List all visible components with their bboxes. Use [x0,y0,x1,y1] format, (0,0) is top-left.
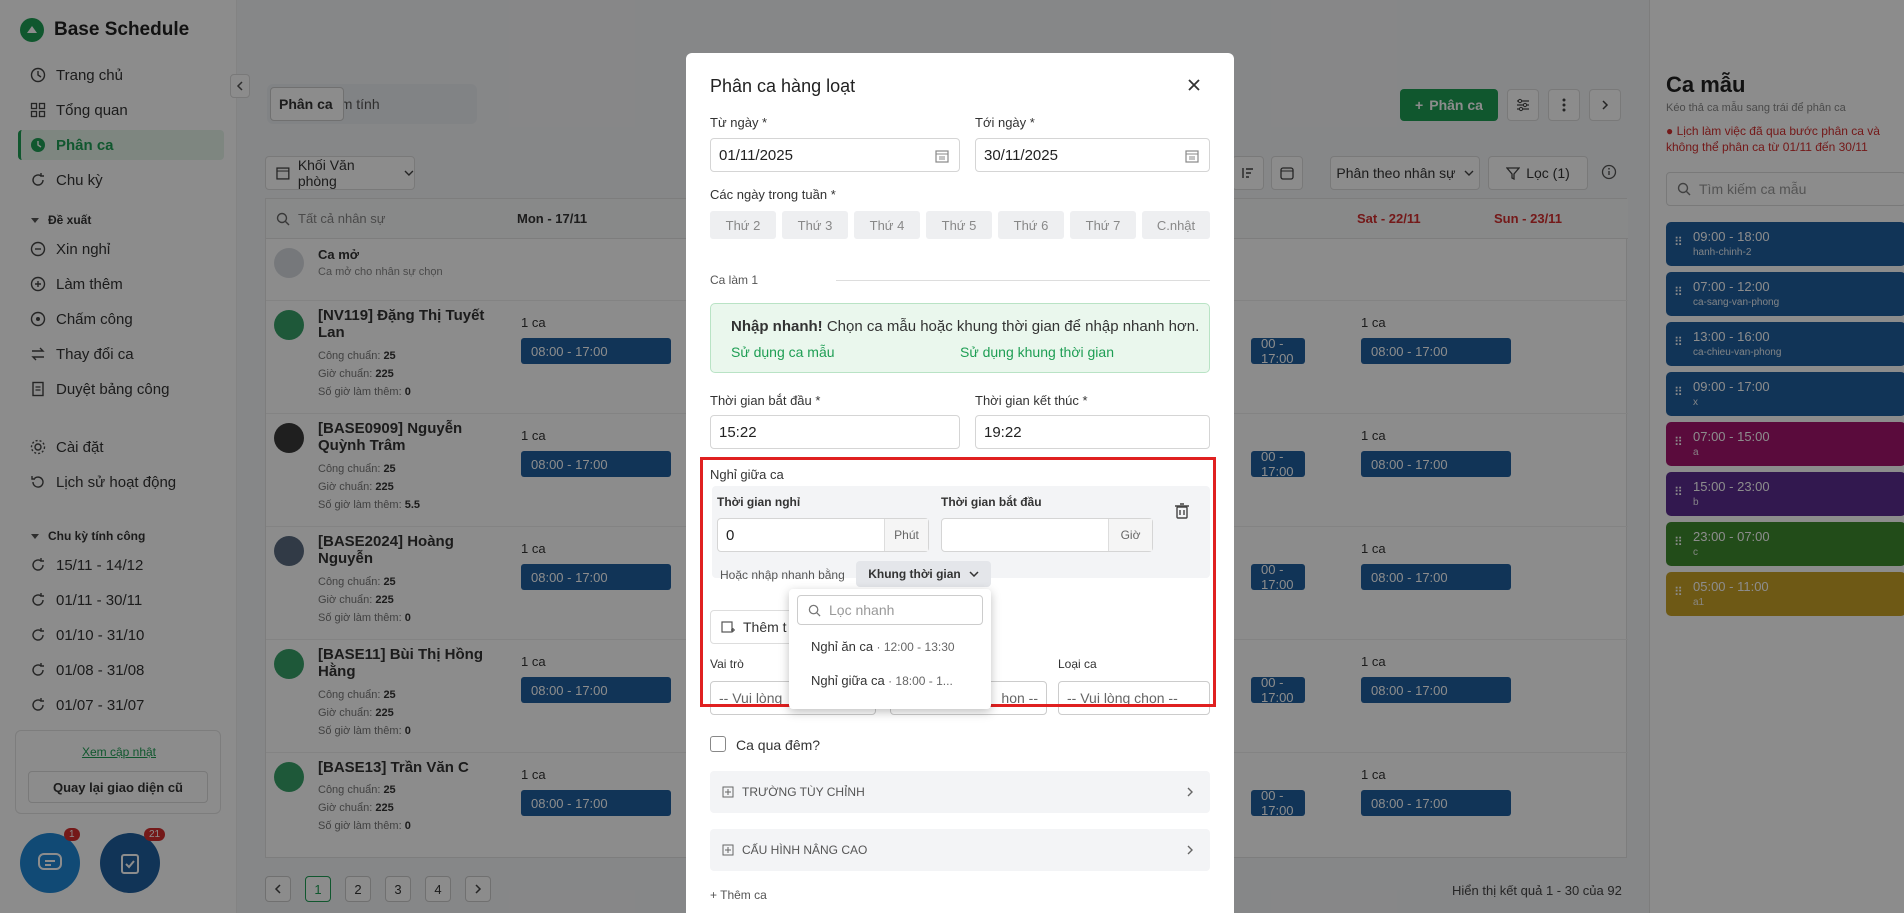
weekday-chip[interactable]: Thứ 5 [926,211,992,239]
chevron-right-icon [1187,787,1193,797]
use-template-link[interactable]: Sử dụng ca mẫu [731,344,835,360]
weekday-chip[interactable]: Thứ 3 [782,211,848,239]
custom-fields-section[interactable]: TRƯỜNG TÙY CHỈNH [710,771,1210,813]
chevron-right-icon [1187,845,1193,855]
quick-input-box: Nhập nhanh! Chọn ca mẫu hoặc khung thời … [710,303,1210,373]
weekday-chip[interactable]: Thứ 2 [710,211,776,239]
advanced-config-section[interactable]: CẤU HÌNH NÂNG CAO [710,829,1210,871]
weekday-chip[interactable]: Thứ 6 [998,211,1064,239]
expand-box-icon [722,786,734,798]
weekday-chip[interactable]: Thứ 4 [854,211,920,239]
add-shift-link[interactable]: + Thêm ca [710,888,767,902]
dropdown-search[interactable]: Lọc nhanh [797,595,983,625]
calendar-icon [935,150,949,163]
from-date-input[interactable]: 01/11/2025 [710,138,960,172]
search-icon [808,604,821,617]
use-timeframe-link[interactable]: Sử dụng khung thời gian [960,344,1114,360]
end-time-input[interactable]: 19:22 [975,415,1210,449]
modal-title: Phân ca hàng loạt [710,76,856,96]
start-time-input[interactable]: 15:22 [710,415,960,449]
timeframe-dropdown: Lọc nhanh Nghỉ ăn ca · 12:00 - 13:30 Ngh… [789,589,991,709]
expand-box-icon [722,844,734,856]
weekday-chip[interactable]: Thứ 7 [1070,211,1136,239]
overnight-checkbox[interactable] [710,736,726,752]
calendar-icon [1185,150,1199,163]
dropdown-option[interactable]: Nghỉ ăn ca · 12:00 - 13:30 [811,639,955,654]
weekday-chip[interactable]: C.nhật [1142,211,1210,239]
dropdown-option[interactable]: Nghỉ giữa ca · 18:00 - 1... [811,673,953,688]
divider [836,280,1210,281]
close-icon[interactable] [1186,77,1202,93]
to-date-input[interactable]: 30/11/2025 [975,138,1210,172]
